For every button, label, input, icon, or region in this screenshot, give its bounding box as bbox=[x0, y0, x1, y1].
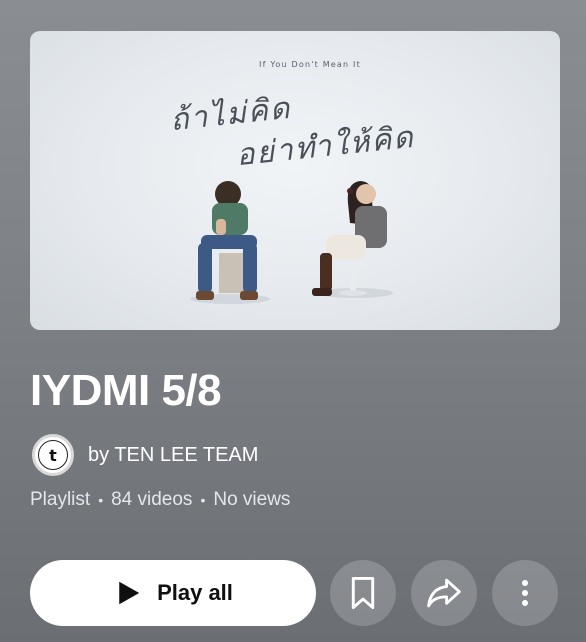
meta-separator: • bbox=[98, 492, 104, 508]
more-options-button[interactable] bbox=[492, 560, 558, 626]
playlist-type: Playlist bbox=[30, 489, 91, 510]
share-icon bbox=[427, 578, 461, 608]
bookmark-icon bbox=[351, 576, 375, 610]
channel-logo-icon: t bbox=[38, 440, 68, 470]
owner-name[interactable]: by TEN LEE TEAM bbox=[88, 444, 258, 467]
thumbnail-illustration bbox=[190, 181, 393, 304]
play-icon bbox=[119, 581, 140, 605]
playlist-owner[interactable]: t by TEN LEE TEAM bbox=[32, 434, 258, 476]
share-button[interactable] bbox=[411, 560, 477, 626]
more-vert-icon bbox=[522, 580, 528, 606]
play-all-label: Play all bbox=[157, 580, 233, 605]
playlist-thumbnail[interactable]: If You Don't Mean It ถ้าไม่คิด อย่าทำให้… bbox=[30, 31, 560, 330]
thumbnail-subtitle: If You Don't Mean It bbox=[259, 60, 361, 69]
view-count: No views bbox=[213, 489, 291, 510]
playlist-title: IYDMI 5/8 bbox=[30, 366, 222, 415]
playlist-meta: Playlist • 84 videos • No views bbox=[30, 489, 290, 511]
save-button[interactable] bbox=[330, 560, 396, 626]
video-count: 84 videos bbox=[111, 489, 193, 510]
play-all-button[interactable]: Play all bbox=[30, 560, 316, 626]
meta-separator: • bbox=[200, 492, 206, 508]
channel-avatar[interactable]: t bbox=[32, 434, 74, 476]
